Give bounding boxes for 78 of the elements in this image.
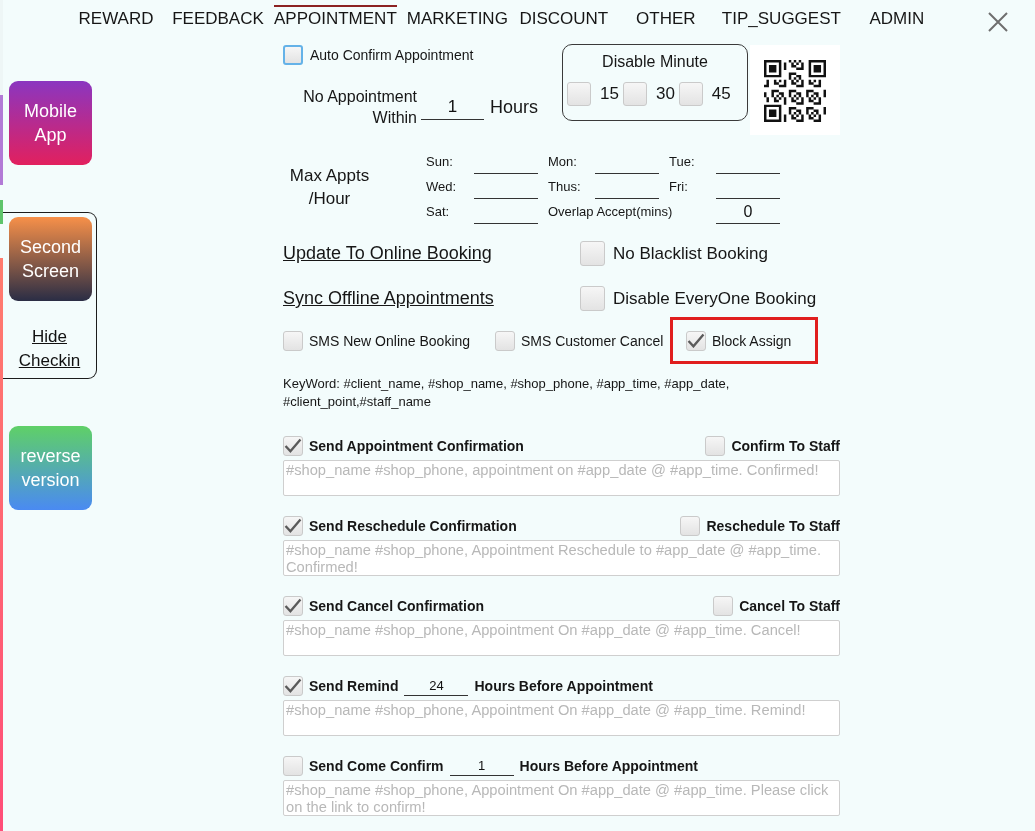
checkbox[interactable] xyxy=(283,436,303,456)
checkbox[interactable] xyxy=(686,330,706,351)
field-label: Sat: xyxy=(426,203,451,220)
checkbox[interactable] xyxy=(580,241,605,266)
option-label: Block Assign xyxy=(712,332,792,349)
checkbox[interactable] xyxy=(713,596,734,616)
field-label: Mon: xyxy=(548,153,578,170)
check-icon xyxy=(284,518,302,534)
checkbox[interactable] xyxy=(283,516,303,536)
tab[interactable]: ADMIN xyxy=(850,5,943,30)
checkbox[interactable] xyxy=(283,596,303,616)
option-label: 15 xyxy=(600,84,619,104)
message-textarea[interactable]: #shop_name #shop_phone, Appointment Reschedule to #app_date @ #app_time. Confirmed! xyxy=(283,540,840,576)
check-icon xyxy=(284,438,302,454)
checkbox[interactable] xyxy=(622,82,647,106)
tab[interactable]: TIP_SUGGEST xyxy=(721,5,841,30)
field-label: Sun: xyxy=(426,153,454,170)
hours-input[interactable]: 24 xyxy=(404,676,469,696)
count-input[interactable]: 0 xyxy=(716,201,780,224)
option-label: Hours Before Appointment xyxy=(519,758,698,774)
booking-link[interactable]: Update To Online Booking xyxy=(283,243,492,263)
option-label: Send Remind xyxy=(309,678,399,694)
field-label: No Appointment Within xyxy=(302,87,417,128)
message-textarea[interactable]: #shop_name #shop_phone, Appointment On #app_date @ #app_time. Remind! xyxy=(283,700,840,736)
message-textarea[interactable]: #shop_name #shop_phone, Appointment On #app_date @ #app_time. Cancel! xyxy=(283,620,840,656)
option-label: Send Come Confirm xyxy=(309,758,444,774)
booking-link[interactable]: Sync Offline Appointments xyxy=(283,288,494,308)
checkbox[interactable] xyxy=(580,286,605,311)
option-label: Send Cancel Confirmation xyxy=(309,598,485,614)
field-label: Tue: xyxy=(669,153,696,170)
option-label: No Blacklist Booking xyxy=(613,243,768,264)
option-label: Reschedule To Staff xyxy=(706,518,840,534)
hide-checkin-link[interactable]: Hide Checkin xyxy=(14,325,85,373)
section-label: Max Appts /Hour xyxy=(288,164,371,210)
tab[interactable]: FEEDBACK xyxy=(172,5,264,30)
checkbox[interactable] xyxy=(705,436,726,456)
field-label: Wed: xyxy=(426,178,458,195)
option-label: Hours Before Appointment xyxy=(474,678,653,694)
checkbox[interactable] xyxy=(283,330,303,351)
option-label: Confirm To Staff xyxy=(731,438,840,454)
hours-input[interactable]: 1 xyxy=(449,756,514,776)
option-label: Send Appointment Confirmation xyxy=(309,438,524,454)
second-screen-button[interactable]: Second Screen xyxy=(9,217,92,301)
qr-code-icon xyxy=(750,45,840,135)
checkbox[interactable] xyxy=(283,756,303,776)
field-label: Fri: xyxy=(669,178,689,195)
tab[interactable]: OTHER xyxy=(619,5,712,30)
field-label: Overlap Accept(mins) xyxy=(548,203,674,220)
option-label: Send Reschedule Confirmation xyxy=(309,518,517,534)
close-icon[interactable] xyxy=(988,12,1008,32)
option-label: 30 xyxy=(655,84,675,104)
mobile-app-button[interactable]: Mobile App xyxy=(9,81,92,165)
hours-input[interactable]: 1 xyxy=(421,94,484,120)
field-label: Thus: xyxy=(548,178,582,195)
unit-label: Hours xyxy=(490,96,538,118)
panel-title: Disable Minute xyxy=(602,52,708,72)
message-textarea[interactable]: #shop_name #shop_phone, Appointment On #app_date @ #app_time. Please click on the link to confirm! xyxy=(283,780,840,816)
option-label: Auto Confirm Appointment xyxy=(310,47,474,63)
check-icon xyxy=(284,678,302,694)
keyword-hint: KeyWord: #client_name, #shop_name, #shop_phone, #app_time, #app_date, #client_point,#staff_name xyxy=(283,375,731,411)
option-label: SMS New Online Booking xyxy=(309,332,471,349)
check-icon xyxy=(284,598,302,614)
message-textarea[interactable]: #shop_name #shop_phone, appointment on #app_date @ #app_time. Confirmed! xyxy=(283,460,840,496)
option-label: Disable EveryOne Booking xyxy=(613,288,817,309)
checkbox[interactable] xyxy=(678,82,703,106)
checkbox[interactable] xyxy=(283,45,303,65)
checkbox[interactable] xyxy=(680,516,701,536)
tab[interactable]: APPOINTMENT xyxy=(274,5,397,30)
option-label: SMS Customer Cancel xyxy=(521,332,664,349)
checkbox[interactable] xyxy=(495,330,515,351)
tab[interactable]: REWARD xyxy=(70,5,162,30)
tab[interactable]: MARKETING xyxy=(406,5,508,30)
checkbox[interactable] xyxy=(567,82,591,106)
tab[interactable]: DISCOUNT xyxy=(517,5,610,30)
checkbox[interactable] xyxy=(283,676,303,696)
option-label: Cancel To Staff xyxy=(739,598,840,614)
check-icon xyxy=(687,332,705,349)
option-label: 45 xyxy=(711,84,731,104)
